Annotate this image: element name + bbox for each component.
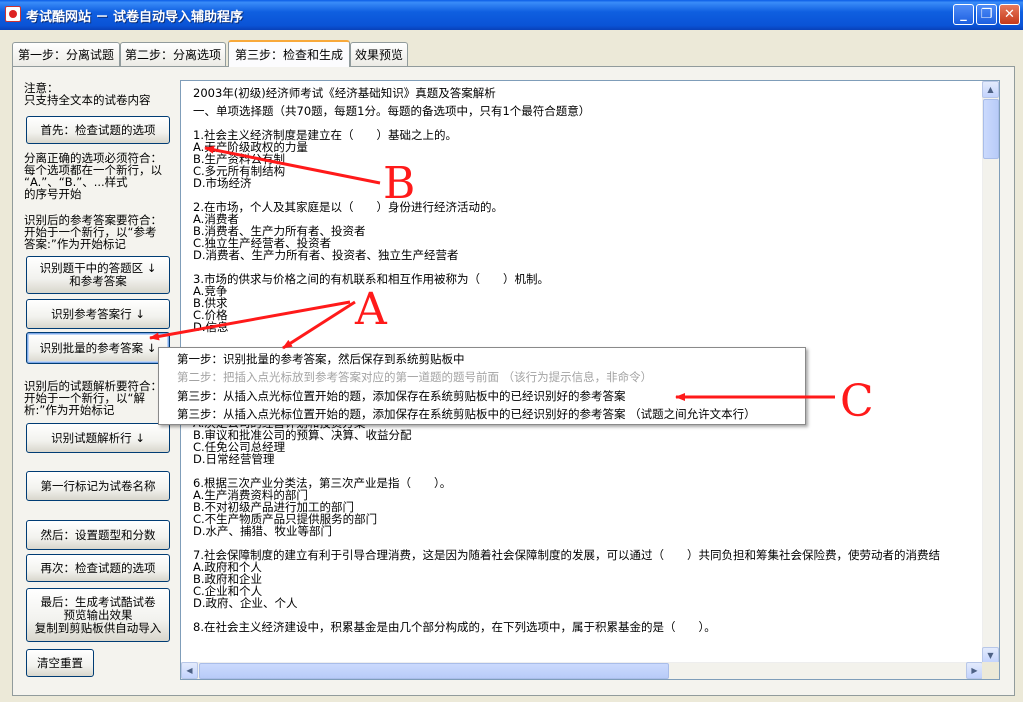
editor-line: D.政府、企业、个人 (193, 596, 298, 610)
check-options-again-button[interactable]: 再次：检查试题的选项 (26, 554, 170, 582)
note-answer-format: 识别后的参考答案要符合： 开始于一个新行，以“参考 答案:”作为开始标记 (24, 213, 162, 251)
editor-line: D.日常经营管理 (193, 452, 275, 466)
window-title: 考试酷网站 － 试卷自动导入辅助程序 (26, 10, 244, 25)
editor-line: D.市场经济 (193, 176, 252, 190)
editor-line: 2003年(初级)经济师考试《经济基础知识》真题及答案解析 (193, 86, 496, 100)
editor-line: B.政府和企业 (193, 572, 263, 586)
editor-line: B.供求 (193, 296, 228, 310)
detect-answer-area-button[interactable]: 识别题干中的答题区 ↓ 和参考答案 (26, 256, 170, 294)
close-button[interactable]: ✕ (999, 4, 1020, 25)
note-text-only: 注意： 只支持全文本的试卷内容 (24, 81, 151, 107)
note-option-format: 分离正确的选项必须符合： 每个选项都在一个新行，以 “A.”、“B.”、...样… (24, 151, 162, 201)
scroll-up-icon[interactable]: ▲ (982, 81, 999, 98)
vertical-scrollbar[interactable]: ▲ ▼ (982, 81, 999, 664)
annotation-letter-a: A (355, 284, 387, 335)
annotation-letter-c: C (840, 376, 874, 427)
editor-line: 8.在社会主义经济建设中，积累基金是由几个部分构成的，在下列选项中，属于积累基金… (193, 620, 716, 634)
editor-line: A.无产阶级政权的力量 (193, 140, 308, 154)
editor-line: B.生产资料公有制 (193, 152, 286, 166)
editor-line: D.水产、捕猎、牧业等部门 (193, 524, 333, 538)
tab-step2[interactable]: 第二步：分离选项 (120, 42, 226, 66)
batch-answer-popup-menu: 第一步：识别批量的参考答案，然后保存到系统剪贴板中 第二步：把插入点光标放到参考… (158, 347, 806, 425)
editor-line: A.竞争 (193, 284, 228, 298)
set-types-scores-button[interactable]: 然后：设置题型和分数 (26, 520, 170, 550)
editor-line: A.政府和个人 (193, 560, 262, 574)
clear-reset-button[interactable]: 清空重置 (26, 649, 94, 677)
scroll-right-icon[interactable]: ▶ (966, 662, 983, 679)
tab-step3[interactable]: 第三步：检查和生成 (228, 40, 350, 67)
maximize-button[interactable]: ❐ (976, 4, 997, 25)
editor-line: 一、单项选择题（共70题，每题1分。每题的备选项中，只有1个最符合题意） (193, 104, 591, 118)
horizontal-scrollbar[interactable]: ◀ ▶ (181, 662, 983, 679)
menu-item-step2-hint: 第二步：把插入点光标放到参考答案对应的第一道题的题号前面 （该行为提示信息，非命… (177, 370, 653, 384)
annotation-letter-b: B (383, 158, 416, 209)
editor-line: 3.市场的供求与价格之间的有机联系和相互作用被称为（ ）机制。 (193, 272, 549, 286)
editor-line: C.任免公司总经理 (193, 440, 286, 454)
tab-step1[interactable]: 第一步：分离试题 (12, 42, 120, 66)
vertical-scroll-thumb[interactable] (983, 99, 999, 159)
menu-item-step3[interactable]: 第三步：从插入点光标位置开始的题，添加保存在系统剪贴板中的已经识别好的参考答案 (177, 389, 626, 403)
detect-batch-answers-button[interactable]: 识别批量的参考答案 ↓ (26, 332, 170, 364)
editor-line: 6.根据三次产业分类法，第三次产业是指（ ）。 (193, 476, 452, 490)
title-bar[interactable]: 考试酷网站 － 试卷自动导入辅助程序 _ ❐ ✕ (0, 0, 1023, 30)
editor-line: 7.社会保障制度的建立有利于引导合理消费，这是因为随着社会保障制度的发展，可以通… (193, 548, 940, 562)
horizontal-scroll-thumb[interactable] (199, 663, 669, 679)
menu-item-step3-allow-text[interactable]: 第三步：从插入点光标位置开始的题，添加保存在系统剪贴板中的已经识别好的参考答案 … (177, 407, 756, 421)
tab-preview[interactable]: 效果预览 (350, 42, 408, 66)
check-options-button[interactable]: 首先：检查试题的选项 (26, 116, 170, 144)
editor-line: C.企业和个人 (193, 584, 263, 598)
editor-line: D.信息 (193, 320, 229, 334)
first-line-title-button[interactable]: 第一行标记为试卷名称 (26, 471, 170, 501)
editor-line: 1.社会主义经济制度是建立在（ ）基础之上的。 (193, 128, 457, 142)
note-analysis-format: 识别后的试题解析要符合： 开始于一个新行，以“解 析:”作为开始标记 (24, 379, 162, 417)
editor-line: C.多元所有制结构 (193, 164, 286, 178)
generate-button[interactable]: 最后：生成考试酷试卷 预览输出效果 复制到剪贴板供自动导入 (26, 588, 170, 642)
editor-line: C.价格 (193, 308, 228, 322)
app-icon[interactable] (5, 6, 21, 22)
editor-line: 2.在市场，个人及其家庭是以（ ）身份进行经济活动的。 (193, 200, 503, 214)
scrollbar-corner (982, 662, 999, 679)
menu-item-step1[interactable]: 第一步：识别批量的参考答案，然后保存到系统剪贴板中 (177, 352, 465, 366)
scroll-left-icon[interactable]: ◀ (181, 662, 198, 679)
editor-line: B.审议和批准公司的预算、决算、收益分配 (193, 428, 412, 442)
detect-answer-line-button[interactable]: 识别参考答案行 ↓ (26, 299, 170, 329)
editor-line: D.消费者、生产力所有者、投资者、独立生产经营者 (193, 248, 459, 262)
detect-analysis-line-button[interactable]: 识别试题解析行 ↓ (26, 423, 170, 453)
minimize-button[interactable]: _ (953, 4, 974, 25)
